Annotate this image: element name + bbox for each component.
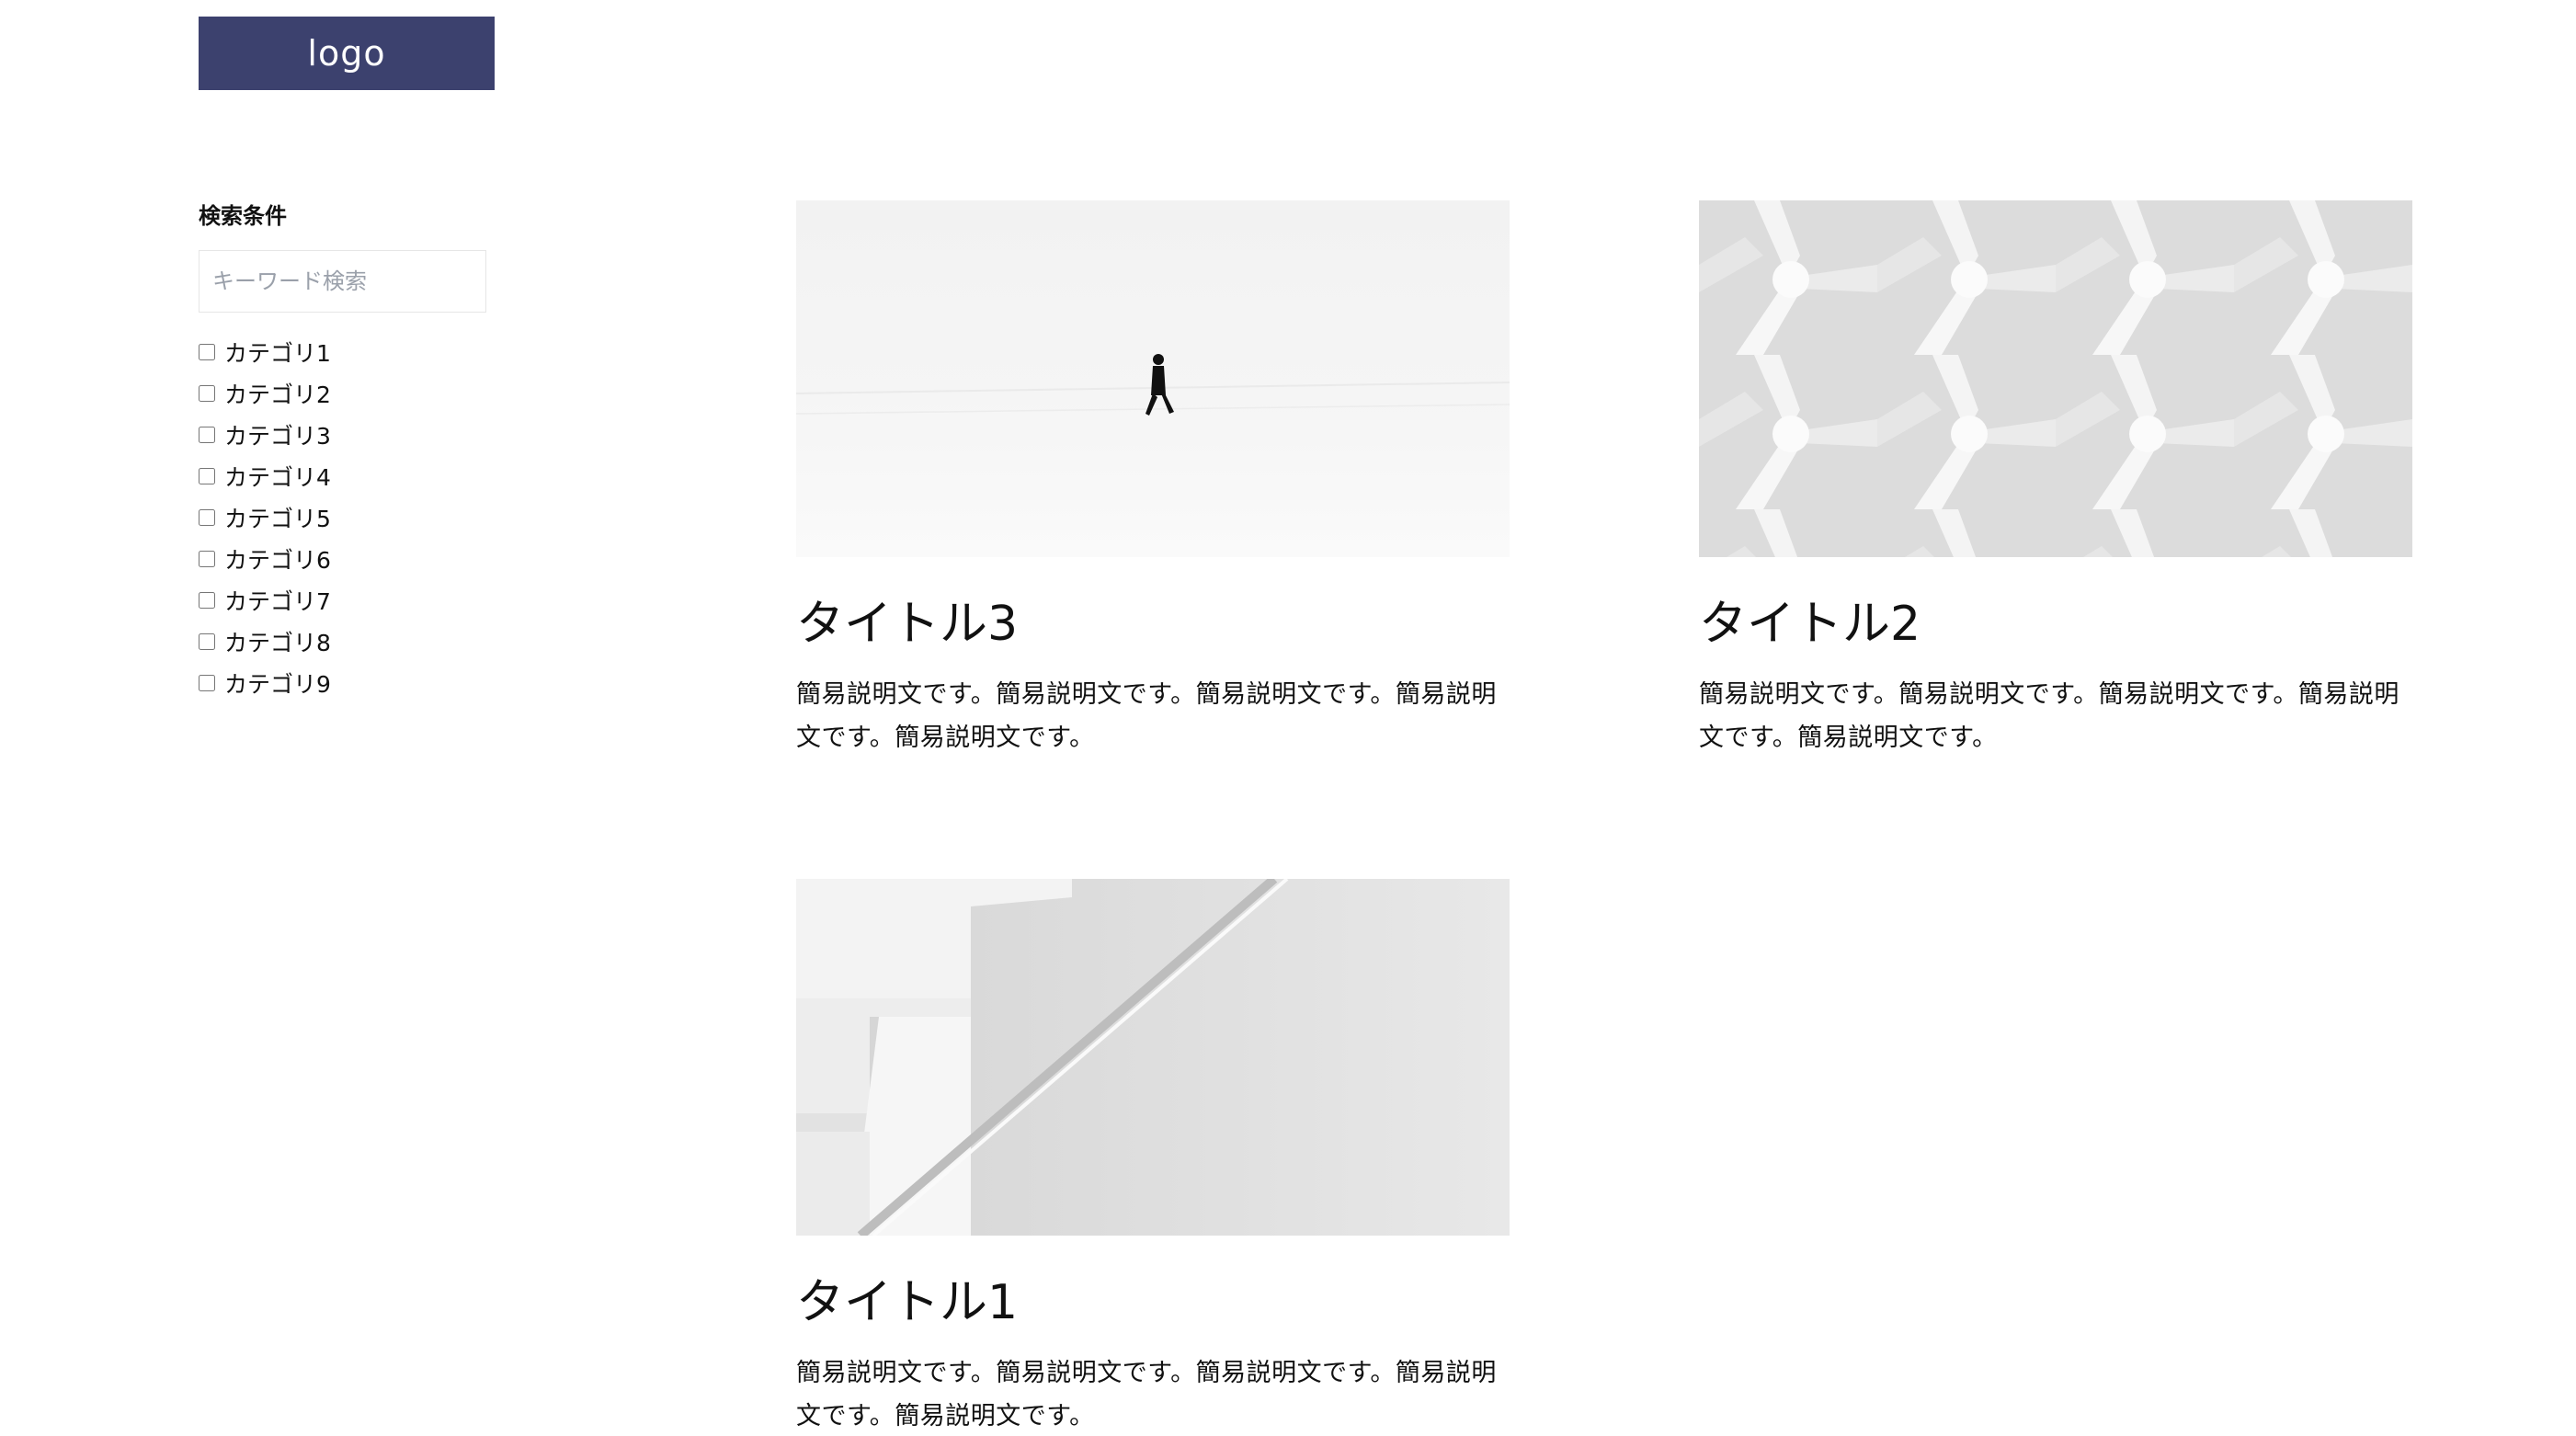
category-label: カテゴリ1 — [224, 339, 331, 367]
card-title[interactable]: タイトル1 — [796, 1274, 1510, 1331]
search-sidebar: 検索条件 カテゴリ1 カテゴリ2 カテゴリ3 カテゴリ4 カテゴリ5 カテゴリ6… — [199, 200, 502, 703]
category-item[interactable]: カテゴリ2 — [199, 372, 502, 414]
article-card[interactable]: タイトル2 簡易説明文です。簡易説明文です。簡易説明文です。簡易説明文です。簡易… — [1699, 200, 2412, 759]
category-label: カテゴリ2 — [224, 381, 331, 408]
category-label: カテゴリ9 — [224, 670, 331, 698]
logo[interactable]: logo — [199, 17, 495, 90]
search-conditions-heading: 検索条件 — [199, 203, 287, 229]
category-checkbox-4[interactable] — [199, 467, 215, 484]
category-label: カテゴリ3 — [224, 422, 331, 450]
category-item[interactable]: カテゴリ9 — [199, 662, 502, 703]
page: logo 検索条件 カテゴリ1 カテゴリ2 カテゴリ3 カテゴリ4 カテゴリ5 … — [0, 0, 2576, 1436]
category-checkbox-5[interactable] — [199, 508, 215, 526]
category-item[interactable]: カテゴリ8 — [199, 621, 502, 662]
keyword-search-input[interactable] — [199, 250, 486, 313]
category-label: カテゴリ8 — [224, 629, 331, 656]
category-item[interactable]: カテゴリ6 — [199, 538, 502, 579]
card-title[interactable]: タイトル3 — [796, 596, 1510, 653]
category-checkbox-6[interactable] — [199, 550, 215, 567]
card-image-white-lattice[interactable] — [1699, 200, 2412, 557]
category-label: カテゴリ7 — [224, 587, 331, 615]
category-label: カテゴリ4 — [224, 463, 331, 491]
category-item[interactable]: カテゴリ3 — [199, 414, 502, 455]
category-checkbox-2[interactable] — [199, 384, 215, 402]
card-description: 簡易説明文です。簡易説明文です。簡易説明文です。簡易説明文です。簡易説明文です。 — [796, 680, 1497, 752]
category-label: カテゴリ6 — [224, 546, 331, 574]
category-item[interactable]: カテゴリ1 — [199, 331, 502, 372]
category-item[interactable]: カテゴリ5 — [199, 496, 502, 538]
category-label: カテゴリ5 — [224, 505, 331, 532]
category-checkbox-1[interactable] — [199, 343, 215, 360]
category-checkbox-3[interactable] — [199, 426, 215, 443]
category-checkbox-7[interactable] — [199, 591, 215, 609]
card-image-snow-walker[interactable] — [796, 200, 1510, 557]
category-list: カテゴリ1 カテゴリ2 カテゴリ3 カテゴリ4 カテゴリ5 カテゴリ6 カテゴリ… — [199, 331, 502, 703]
article-card[interactable]: タイトル3 簡易説明文です。簡易説明文です。簡易説明文です。簡易説明文です。簡易… — [796, 200, 1510, 759]
card-description: 簡易説明文です。簡易説明文です。簡易説明文です。簡易説明文です。簡易説明文です。 — [796, 1359, 1497, 1430]
article-card[interactable]: タイトル1 簡易説明文です。簡易説明文です。簡易説明文です。簡易説明文です。簡易… — [796, 879, 1510, 1436]
category-checkbox-8[interactable] — [199, 633, 215, 650]
card-description: 簡易説明文です。簡易説明文です。簡易説明文です。簡易説明文です。簡易説明文です。 — [1699, 680, 2399, 752]
card-image-white-stairs[interactable] — [796, 879, 1510, 1236]
category-item[interactable]: カテゴリ7 — [199, 579, 502, 621]
category-checkbox-9[interactable] — [199, 674, 215, 691]
card-title[interactable]: タイトル2 — [1699, 596, 2412, 653]
category-item[interactable]: カテゴリ4 — [199, 455, 502, 496]
